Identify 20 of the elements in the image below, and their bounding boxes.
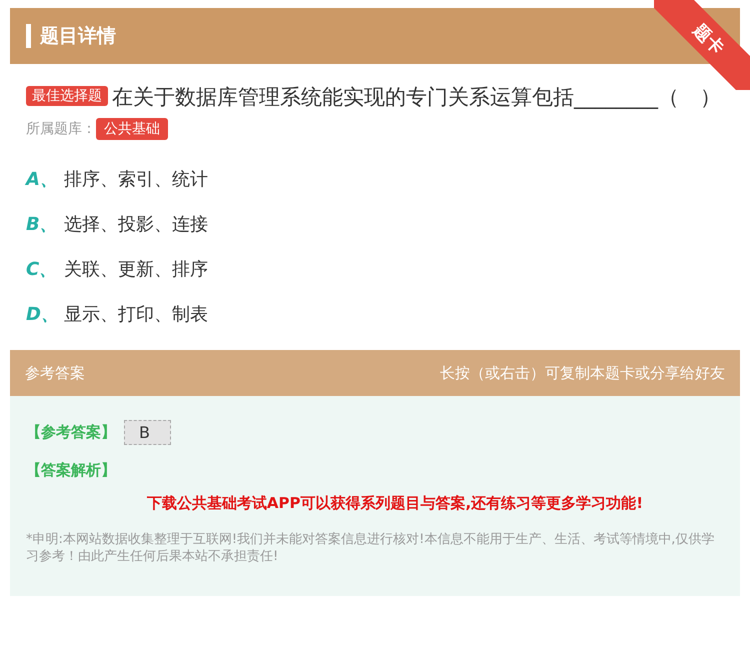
bank-label: 所属题库： [26,120,96,138]
answer-label: 【参考答案】 [26,422,116,442]
option-text: 选择、投影、连接 [64,212,208,236]
disclaimer-text: *申明:本网站数据收集整理于互联网!我们并未能对答案信息进行核对!本信息不能用于生产、生活、考试等情境中,仅供学习参考！由此产生任何后果本站不承担责任! [26,531,716,565]
option-letter: D、 [26,302,60,326]
answer-section-title: 参考答案 [25,364,85,382]
option-text: 显示、打印、制表 [64,302,208,326]
bank-badge[interactable]: 公共基础 [96,118,168,140]
analysis-label: 【答案解析】 [26,460,116,480]
option-letter: B、 [26,212,59,236]
answer-value: B [124,420,171,444]
accent-bar [26,24,31,48]
option-letter: A、 [26,168,59,190]
share-hint: 长按（或右击）可复制本题卡或分享给好友 [440,364,725,382]
section-title: 题目详情 [40,24,116,49]
option-text: 关联、更新、排序 [64,258,208,280]
question-type-badge: 最佳选择题 [26,86,108,106]
promo-text[interactable]: 下载公共基础考试APP可以获得系列题目与答案,还有练习等更多学习功能! [66,494,724,513]
option-text: 排序、索引、统计 [64,168,208,190]
option-letter: C、 [26,258,58,280]
